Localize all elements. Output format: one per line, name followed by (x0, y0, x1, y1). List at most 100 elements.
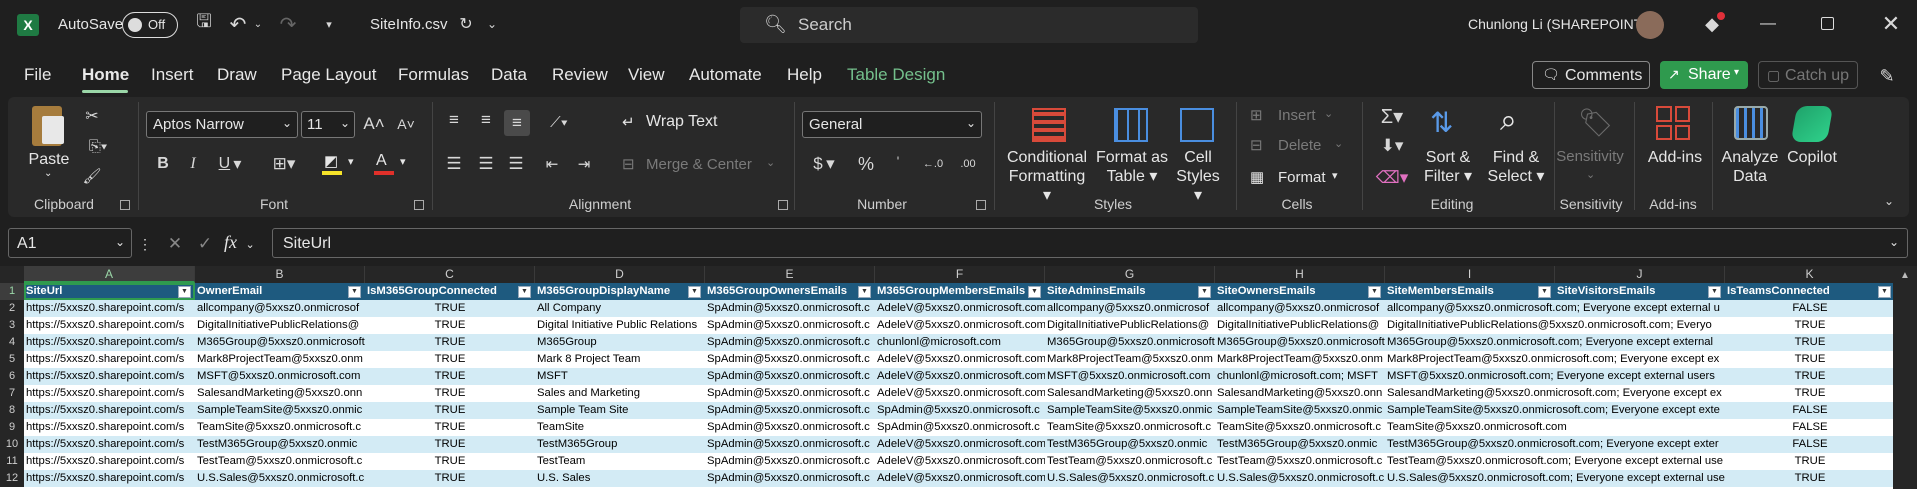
align-top-icon[interactable]: ≡ (442, 108, 466, 132)
table-cell[interactable]: DigitalInitiativePublicRelations@5xxsz0.… (1385, 317, 1725, 334)
paste-button[interactable]: Paste ⌄ (24, 104, 74, 184)
table-cell[interactable]: U.S.Sales@5xxsz0.onmicrosoft.c (1045, 470, 1215, 487)
table-cell[interactable]: Mark8ProjectTeam@5xxsz0.onm (195, 351, 365, 368)
fill-color-icon[interactable]: ◩ ▾ (320, 152, 360, 176)
row-header[interactable]: 6 (0, 368, 24, 385)
font-launcher-icon[interactable] (414, 200, 424, 210)
row-header[interactable]: 9 (0, 419, 24, 436)
row-header[interactable]: 11 (0, 453, 24, 470)
tab-help[interactable]: Help (787, 65, 822, 85)
table-cell[interactable]: M365Group@5xxsz0.onmicrosoft (1215, 334, 1385, 351)
table-cell[interactable]: SpAdmin@5xxsz0.onmicrosoft.c (705, 317, 875, 334)
table-cell[interactable]: SpAdmin@5xxsz0.onmicrosoft.c (705, 351, 875, 368)
catch-up-button[interactable]: ▢ Catch up (1758, 61, 1858, 89)
decrease-decimal-icon[interactable]: .00 (954, 152, 982, 176)
column-header[interactable]: J (1555, 266, 1725, 283)
filter-dropdown-icon[interactable]: ▼ (518, 286, 531, 298)
table-cell[interactable]: M365Group@5xxsz0.onmicrosoft (195, 334, 365, 351)
tab-automate[interactable]: Automate (689, 65, 762, 85)
table-cell[interactable]: SpAdmin@5xxsz0.onmicrosoft.c (875, 419, 1045, 436)
table-cell[interactable]: https://5xxsz0.sharepoint.com/s (24, 419, 195, 436)
customize-toolbar-icon[interactable]: ▾ (322, 14, 336, 34)
table-cell[interactable]: AdeleV@5xxsz0.onmicrosoft.com (875, 351, 1045, 368)
column-header[interactable]: I (1385, 266, 1555, 283)
increase-font-size-icon[interactable]: A˄ (362, 112, 386, 136)
table-cell[interactable]: SpAdmin@5xxsz0.onmicrosoft.c (705, 300, 875, 317)
table-cell[interactable]: TestTeam (535, 453, 705, 470)
table-cell[interactable]: DigitalInitiativePublicRelations@ (195, 317, 365, 334)
align-bottom-icon[interactable]: ≡ (504, 110, 530, 136)
scroll-up-icon[interactable]: ▲ (1900, 270, 1910, 281)
number-format-select[interactable]: General ⌄ (802, 111, 982, 138)
table-cell[interactable]: TestTeam@5xxsz0.onmicrosoft.c (195, 453, 365, 470)
select-all-corner[interactable] (0, 266, 24, 283)
tab-home[interactable]: Home (82, 65, 129, 85)
table-header-cell[interactable]: SiteAdminsEmails (1045, 283, 1197, 300)
table-header-cell[interactable]: M365GroupDisplayName (535, 283, 687, 300)
row-header[interactable]: 5 (0, 351, 24, 368)
table-cell[interactable]: SpAdmin@5xxsz0.onmicrosoft.c (705, 419, 875, 436)
autosum-icon[interactable]: Σ▾ (1372, 104, 1412, 128)
conditional-formatting-button[interactable]: Conditional Formatting ▾ (1004, 104, 1090, 204)
table-cell[interactable]: TRUE (1725, 453, 1895, 470)
table-cell[interactable]: TRUE (1725, 368, 1895, 385)
table-cell[interactable]: AdeleV@5xxsz0.onmicrosoft.com (875, 436, 1045, 453)
table-cell[interactable]: TRUE (365, 368, 535, 385)
borders-icon[interactable]: ⊞▾ (266, 152, 302, 176)
tab-view[interactable]: View (628, 65, 665, 85)
format-painter-icon[interactable]: 🖌︎ (80, 164, 104, 188)
minimize-icon[interactable]: — (1754, 12, 1782, 36)
table-header-cell[interactable]: SiteMembersEmails (1385, 283, 1537, 300)
copilot-button[interactable]: Copilot (1782, 104, 1842, 188)
table-cell[interactable]: TestM365Group@5xxsz0.onmicrosoft.com; Ev… (1385, 436, 1725, 453)
table-cell[interactable]: allcompany@5xxsz0.onmicrosof (1045, 300, 1215, 317)
table-cell[interactable]: FALSE (1725, 300, 1895, 317)
formula-input[interactable]: SiteUrl ⌄ (272, 228, 1908, 258)
column-header[interactable]: E (705, 266, 875, 283)
sort-filter-button[interactable]: ⇅ Sort & Filter ▾ (1418, 104, 1478, 188)
bold-icon[interactable]: B (152, 152, 174, 176)
format-cells-button[interactable]: ▦ Format ▾ (1248, 166, 1344, 190)
table-cell[interactable]: Mark8ProjectTeam@5xxsz0.onmicrosoft.com;… (1385, 351, 1725, 368)
table-cell[interactable]: AdeleV@5xxsz0.onmicrosoft.com (875, 385, 1045, 402)
column-header[interactable]: G (1045, 266, 1215, 283)
row-header[interactable]: 4 (0, 334, 24, 351)
table-cell[interactable]: TRUE (1725, 317, 1895, 334)
table-cell[interactable]: chunlonl@microsoft.com; MSFT (1215, 368, 1385, 385)
wrap-text-button[interactable]: ↵ Wrap Text (620, 110, 740, 136)
table-cell[interactable]: https://5xxsz0.sharepoint.com/s (24, 453, 195, 470)
table-cell[interactable]: TRUE (1725, 470, 1895, 487)
undo-icon[interactable]: ↶ (226, 12, 250, 36)
column-header[interactable]: D (535, 266, 705, 283)
table-cell[interactable]: SampleTeamSite@5xxsz0.onmic (195, 402, 365, 419)
currency-icon[interactable]: $ ▾ (804, 152, 844, 176)
table-cell[interactable]: MSFT@5xxsz0.onmicrosoft.com; Everyone ex… (1385, 368, 1725, 385)
table-header-cell[interactable]: SiteOwnersEmails (1215, 283, 1367, 300)
filter-dropdown-icon[interactable]: ▼ (348, 286, 361, 298)
clipboard-launcher-icon[interactable] (120, 200, 130, 210)
column-header[interactable]: C (365, 266, 535, 283)
tab-data[interactable]: Data (491, 65, 527, 85)
worksheet-grid[interactable]: ABCDEFGHIJK 1 2 3 4 5 6 7 8 9 10 11 12 SiteUrl ▼ Owner… (0, 266, 1917, 489)
clear-icon[interactable]: ⌫▾ (1372, 166, 1412, 190)
table-cell[interactable]: All Company (535, 300, 705, 317)
table-cell[interactable]: U.S.Sales@5xxsz0.onmicrosoft.c (195, 470, 365, 487)
format-as-table-button[interactable]: Format as Table ▾ (1094, 104, 1170, 188)
table-cell[interactable]: SalesandMarketing@5xxsz0.onn (1045, 385, 1215, 402)
add-ins-button[interactable]: Add-ins (1640, 104, 1710, 188)
table-cell[interactable]: https://5xxsz0.sharepoint.com/s (24, 402, 195, 419)
table-cell[interactable]: U.S.Sales@5xxsz0.onmicrosoft.c (1215, 470, 1385, 487)
table-cell[interactable]: SampleTeamSite@5xxsz0.onmic (1045, 402, 1215, 419)
table-cell[interactable]: DigitalInitiativePublicRelations@ (1045, 317, 1215, 334)
table-header-cell[interactable]: SiteVisitorsEmails (1555, 283, 1707, 300)
column-header[interactable]: F (875, 266, 1045, 283)
underline-icon[interactable]: U ▾ (212, 152, 248, 176)
filter-dropdown-icon[interactable]: ▼ (858, 286, 871, 298)
table-cell[interactable]: TRUE (365, 436, 535, 453)
table-cell[interactable]: https://5xxsz0.sharepoint.com/s (24, 334, 195, 351)
align-left-icon[interactable]: ☰ (442, 152, 466, 176)
undo-dropdown-icon[interactable]: ⌄ (252, 14, 264, 34)
table-cell[interactable]: TRUE (365, 453, 535, 470)
table-cell[interactable]: https://5xxsz0.sharepoint.com/s (24, 436, 195, 453)
table-cell[interactable]: SpAdmin@5xxsz0.onmicrosoft.c (875, 402, 1045, 419)
